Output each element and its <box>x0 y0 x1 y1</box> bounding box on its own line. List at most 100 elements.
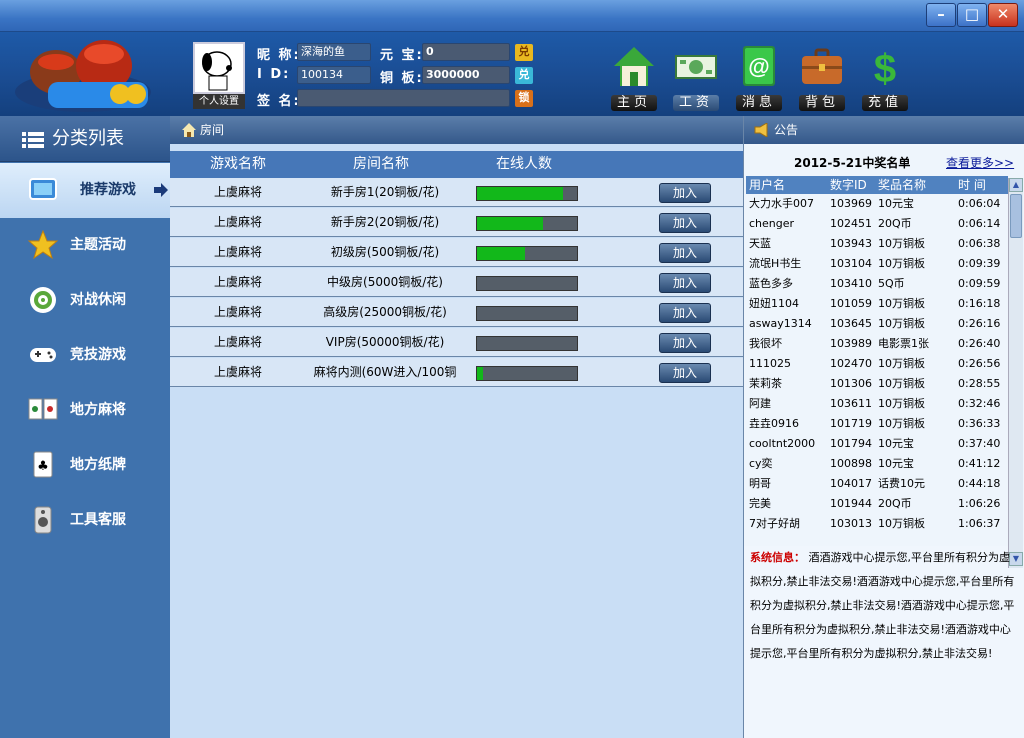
winner-username: 茉莉茶 <box>749 377 782 390</box>
sidebar-item-casual[interactable]: 对战休闲 <box>0 273 170 328</box>
winner-id: 104017 <box>830 477 872 490</box>
sidebar-item-recommended[interactable]: 推荐游戏 <box>0 163 170 218</box>
sidebar-item-label: 对战休闲 <box>70 292 126 308</box>
tongban-label: 铜 板: <box>380 71 424 86</box>
join-button[interactable]: 加入 <box>659 213 711 233</box>
winner-username: 明哥 <box>749 477 771 490</box>
join-button[interactable]: 加入 <box>659 243 711 263</box>
room-name: VIP房(50000铜板/花) <box>325 335 445 349</box>
online-bar-fill <box>477 247 525 260</box>
winner-row: cooltnt2000 101794 10元宝 0:37:40 <box>746 434 1008 454</box>
online-bar-fill <box>477 367 483 380</box>
toolbar-recharge[interactable]: $ 充值 <box>857 44 913 114</box>
winner-time: 0:16:18 <box>958 297 1001 310</box>
minimize-button[interactable]: – <box>926 3 956 27</box>
nickname-value: 深海的鱼 <box>297 43 371 61</box>
winner-prize: 10万铜板 <box>878 297 925 310</box>
money-icon <box>675 55 717 79</box>
title-bar: – □ ✕ <box>0 0 1024 32</box>
winner-time: 0:26:56 <box>958 357 1001 370</box>
winner-username: 7对子好胡 <box>749 517 800 530</box>
lock-button[interactable]: 锁 <box>515 90 533 107</box>
winner-username: cy奕 <box>749 457 773 470</box>
avatar[interactable] <box>193 42 245 94</box>
winner-id: 101794 <box>830 437 872 450</box>
winner-username: 阿建 <box>749 397 771 410</box>
system-message-text: 酒酒游戏中心提示您,平台里所有积分为虚拟积分,禁止非法交易!酒酒游戏中心提示您,… <box>750 551 1015 660</box>
scroll-up-icon[interactable]: ▲ <box>1009 178 1023 192</box>
room-panel-title: 房间 <box>200 123 225 137</box>
room-table-header: 游戏名称 房间名称 在线人数 <box>170 151 743 178</box>
toolbar-message[interactable]: @ 消息 <box>731 44 787 114</box>
winner-id: 101306 <box>830 377 872 390</box>
join-button[interactable]: 加入 <box>659 363 711 383</box>
winner-username: cooltnt2000 <box>749 437 816 450</box>
online-bar <box>476 246 578 261</box>
join-button[interactable]: 加入 <box>659 303 711 323</box>
sidebar-item-tools[interactable]: 工具客服 <box>0 493 170 548</box>
sidebar-item-label: 主题活动 <box>70 237 126 253</box>
winner-row: 7对子好胡 103013 10万铜板 1:06:37 <box>746 514 1008 534</box>
winner-row: 明哥 104017 话费10元 0:44:18 <box>746 474 1008 494</box>
winner-time: 0:37:40 <box>958 437 1001 450</box>
toolbar-home[interactable]: 主页 <box>606 44 662 114</box>
toolbar-backpack[interactable]: 背包 <box>794 44 850 114</box>
yuanbao-label: 元 宝: <box>380 48 424 63</box>
target-icon <box>30 287 56 313</box>
toolbar-salary[interactable]: 工资 <box>668 44 724 114</box>
view-more-link[interactable]: 查看更多>> <box>946 154 1014 171</box>
winner-id: 102470 <box>830 357 872 370</box>
room-name: 麻将内测(60W进入/100铜 <box>313 365 457 379</box>
table-row: 上虞麻将 新手房1(20铜板/花) 加入 <box>170 178 743 207</box>
sidebar-item-activity[interactable]: 主题活动 <box>0 218 170 273</box>
room-name: 新手房2(20铜板/花) <box>330 215 440 229</box>
winner-username: 流氓H书生 <box>749 257 802 270</box>
card-icon: ♣ <box>33 451 53 478</box>
winner-id: 103943 <box>830 237 872 250</box>
sidebar-item-competitive[interactable]: 竞技游戏 <box>0 328 170 383</box>
tongban-exchange-button[interactable]: 兑 <box>515 67 533 84</box>
winner-prize: 20Q币 <box>878 497 912 510</box>
winner-prize: 话费10元 <box>878 477 925 490</box>
room-game-name: 上虞麻将 <box>214 275 263 289</box>
winner-id: 103969 <box>830 197 872 210</box>
winner-id: 103104 <box>830 257 872 270</box>
toolbar-message-label: 消息 <box>736 95 782 111</box>
mahjong-icon <box>28 398 58 420</box>
header: 个人设置 昵 称: 深海的鱼 I D: 100134 签 名: 元 宝: 0 兑… <box>0 32 1024 116</box>
winner-time: 1:06:26 <box>958 497 1001 510</box>
join-button[interactable]: 加入 <box>659 183 711 203</box>
room-name: 新手房1(20铜板/花) <box>330 185 440 199</box>
winner-prize: 10元宝 <box>878 437 914 450</box>
winners-scrollbar[interactable]: ▲ ▼ <box>1008 178 1023 568</box>
winner-row: cy奕 100898 10元宝 0:41:12 <box>746 454 1008 474</box>
join-button[interactable]: 加入 <box>659 273 711 293</box>
scroll-thumb[interactable] <box>1010 194 1022 238</box>
room-name: 中级房(5000铜板/花) <box>327 275 443 289</box>
gamepad-icon <box>30 348 56 362</box>
join-button[interactable]: 加入 <box>659 333 711 353</box>
home-small-icon <box>182 123 196 137</box>
close-button[interactable]: ✕ <box>988 3 1018 27</box>
winners-title: 2012-5-21中奖名单 <box>794 156 911 170</box>
yuanbao-exchange-button[interactable]: 兑 <box>515 44 533 61</box>
sidebar-title-label: 分类列表 <box>52 128 124 149</box>
winner-username: asway1314 <box>749 317 812 330</box>
system-message-label: 系统信息： <box>750 551 805 564</box>
winner-id: 101719 <box>830 417 872 430</box>
col-room-name: 房间名称 <box>353 156 409 172</box>
winner-username: chenger <box>749 217 795 230</box>
winner-time: 0:26:40 <box>958 337 1001 350</box>
room-game-name: 上虞麻将 <box>214 245 263 259</box>
sidebar-item-cards[interactable]: ♣ 地方纸牌 <box>0 438 170 493</box>
table-row: 上虞麻将 新手房2(20铜板/花) 加入 <box>170 208 743 237</box>
maximize-button[interactable]: □ <box>957 3 987 27</box>
winner-prize: 10万铜板 <box>878 397 925 410</box>
sidebar-item-mahjong[interactable]: 地方麻将 <box>0 383 170 438</box>
winner-prize: 20Q币 <box>878 217 912 230</box>
personal-settings-button[interactable]: 个人设置 <box>193 94 245 109</box>
tv-icon <box>29 178 57 200</box>
signature-field[interactable] <box>297 89 510 107</box>
winner-id: 102451 <box>830 217 872 230</box>
table-row: 上虞麻将 初级房(500铜板/花) 加入 <box>170 238 743 267</box>
